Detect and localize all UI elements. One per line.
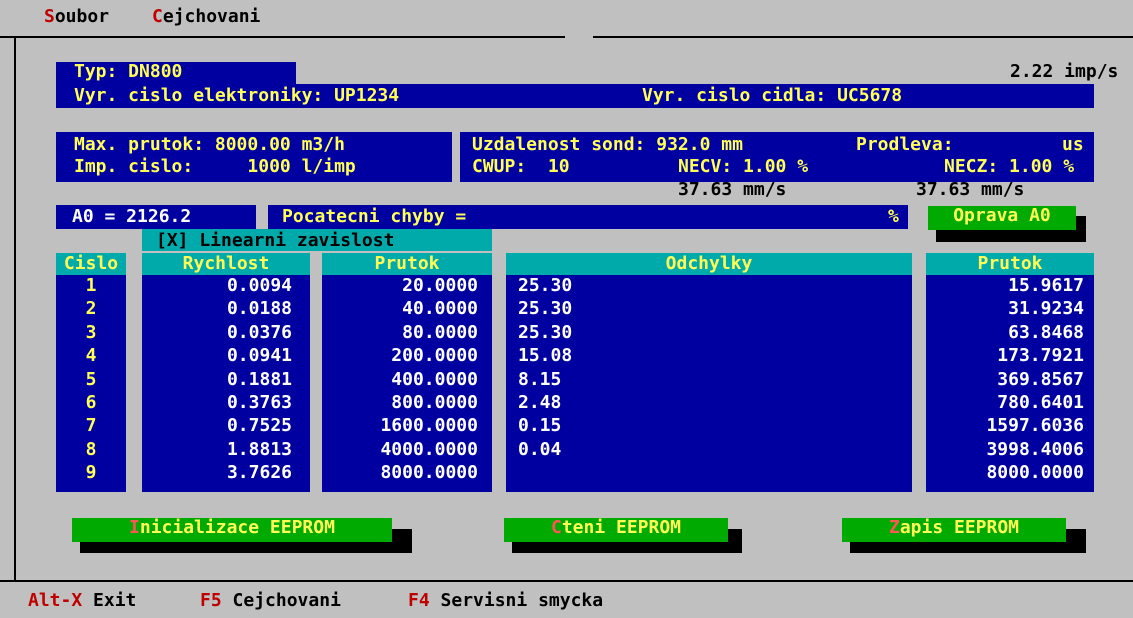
- row-prutok: 20.0000: [402, 275, 478, 296]
- uzdalenost: Uzdalenost sond: 932.0 mm: [472, 134, 743, 155]
- menu-cejchovani[interactable]: Cejchovani: [152, 7, 260, 27]
- vyr-cidla: Vyr. cislo cidla: UC5678: [642, 85, 903, 106]
- hdr-rychlost: Rychlost: [182, 253, 270, 274]
- status-bar: Alt-X Exit F5 Cejchovani F4 Servisni smy…: [0, 580, 1133, 618]
- status-cejchovani-label: Cejchovani: [232, 590, 341, 611]
- hdr-odchylky: Odchylky: [665, 253, 753, 274]
- cteni-eeprom-button[interactable]: Cteni EEPROM: [504, 518, 728, 542]
- row-prutok: 1600.0000: [380, 415, 478, 436]
- row-rychlost: 1.8813: [226, 439, 292, 460]
- row-cislo: 3: [85, 322, 97, 343]
- row-rychlost: 0.1881: [226, 369, 292, 390]
- cteni-hotkey: C: [550, 517, 562, 538]
- row-cislo: 4: [85, 345, 97, 366]
- row-rychlost: 0.0941: [226, 345, 292, 366]
- status-servisni-label: Servisni smycka: [440, 590, 604, 611]
- typ-label: Typ: DN800: [74, 61, 183, 82]
- row-odchylka: 2.48: [518, 392, 562, 413]
- pocatecni-pct: %: [888, 206, 899, 227]
- row-cislo: 1: [85, 275, 97, 296]
- row-rychlost: 3.7626: [226, 462, 292, 483]
- row-odchylka: 0.15: [518, 415, 562, 436]
- menu-soubor[interactable]: Soubor: [44, 7, 109, 27]
- oprava-a0-button[interactable]: Oprava A0: [928, 206, 1076, 230]
- status-exit[interactable]: Alt-X Exit: [28, 591, 136, 611]
- row-prutok2: 3998.4006: [986, 439, 1084, 460]
- row-odchylka: 25.30: [518, 298, 573, 319]
- status-exit-key: Alt-X: [28, 590, 83, 611]
- row-prutok: 40.0000: [402, 298, 478, 319]
- row-rychlost: 0.7525: [226, 415, 292, 436]
- hdr-cislo: Cislo: [63, 253, 119, 274]
- zapis-eeprom-button[interactable]: Zapis EEPROM: [842, 518, 1066, 542]
- menu-soubor-hotkey: S: [44, 6, 55, 27]
- row-prutok: 200.0000: [391, 345, 478, 366]
- zapis-hotkey: Z: [888, 517, 900, 538]
- row-rychlost: 0.0094: [226, 275, 292, 296]
- status-servisni-key: F4: [408, 590, 430, 611]
- row-prutok: 80.0000: [402, 322, 478, 343]
- row-odchylka: 15.08: [518, 345, 573, 366]
- row-cislo: 7: [85, 415, 97, 436]
- row-cislo: 6: [85, 392, 97, 413]
- init-hotkey: I: [129, 517, 140, 538]
- cteni-label: teni EEPROM: [561, 517, 682, 538]
- row-prutok: 4000.0000: [380, 439, 478, 460]
- row-prutok2: 780.6401: [997, 392, 1084, 413]
- max-prutok: Max. prutok: 8000.00 m3/h: [74, 134, 345, 155]
- speed-1: 37.63 mm/s: [678, 179, 787, 200]
- zapis-label: apis EEPROM: [899, 517, 1020, 538]
- row-rychlost: 0.3763: [226, 392, 292, 413]
- row-odchylka: 25.30: [518, 275, 573, 296]
- row-prutok2: 173.7921: [997, 345, 1084, 366]
- row-prutok2: 1597.6036: [986, 415, 1084, 436]
- row-cislo: 8: [85, 439, 97, 460]
- prodleva-unit: us: [1062, 134, 1084, 155]
- status-cejchovani[interactable]: F5 Cejchovani: [200, 591, 341, 611]
- row-odchylka: 0.04: [518, 439, 562, 460]
- row-prutok2: 8000.0000: [986, 462, 1084, 483]
- prodleva: Prodleva:: [856, 134, 954, 155]
- status-cejchovani-key: F5: [200, 590, 222, 611]
- window-left-border: [14, 36, 16, 580]
- cwvp: CWUP: 10: [472, 156, 570, 177]
- status-servisni[interactable]: F4 Servisni smycka: [408, 591, 603, 611]
- pocatecni-label: Pocatecni chyby =: [282, 206, 467, 227]
- row-prutok2: 15.9617: [1008, 275, 1084, 296]
- row-rychlost: 0.0188: [226, 298, 292, 319]
- oprava-a0-label: Oprava A0: [953, 205, 1051, 226]
- row-prutok: 8000.0000: [380, 462, 478, 483]
- row-odchylka: 25.30: [518, 322, 573, 343]
- hdr-prutok2: Prutok: [977, 253, 1043, 274]
- row-cislo: 5: [85, 369, 97, 390]
- row-rychlost: 0.0376: [226, 322, 292, 343]
- row-cislo: 9: [85, 462, 97, 483]
- hdr-prutok: Prutok: [374, 253, 440, 274]
- linearni-checkbox[interactable]: [X] Linearni zavislost: [156, 231, 394, 251]
- a0-value: A0 = 2126.2: [72, 206, 192, 227]
- status-exit-label: Exit: [93, 590, 137, 611]
- init-eeprom-button[interactable]: Inicializace EEPROM: [72, 518, 392, 542]
- menu-cejchovani-label: ejchovani: [162, 6, 261, 27]
- row-prutok: 800.0000: [391, 392, 478, 413]
- row-odchylka: 8.15: [518, 369, 562, 390]
- necz: NECZ: 1.00 %: [944, 156, 1075, 177]
- necv: NECV: 1.00 %: [678, 156, 809, 177]
- row-prutok2: 31.9234: [1008, 298, 1084, 319]
- menu-cejchovani-hotkey: C: [152, 6, 163, 27]
- window-top-gap: [565, 36, 593, 40]
- row-cislo: 2: [85, 298, 97, 319]
- row-prutok2: 63.8468: [1008, 322, 1084, 343]
- menu-bar: Soubor Cejchovani: [0, 0, 1133, 38]
- imp-cislo: Imp. cislo: 1000 l/imp: [74, 156, 356, 177]
- row-prutok2: 369.8567: [997, 369, 1084, 390]
- imp-rate: 2.22 imp/s: [1010, 61, 1119, 82]
- row-prutok: 400.0000: [391, 369, 478, 390]
- speed-2: 37.63 mm/s: [916, 179, 1025, 200]
- init-label: nicializace EEPROM: [139, 517, 335, 538]
- menu-soubor-label: oubor: [54, 6, 110, 27]
- vyr-elektroniky: Vyr. cislo elektroniky: UP1234: [74, 85, 400, 106]
